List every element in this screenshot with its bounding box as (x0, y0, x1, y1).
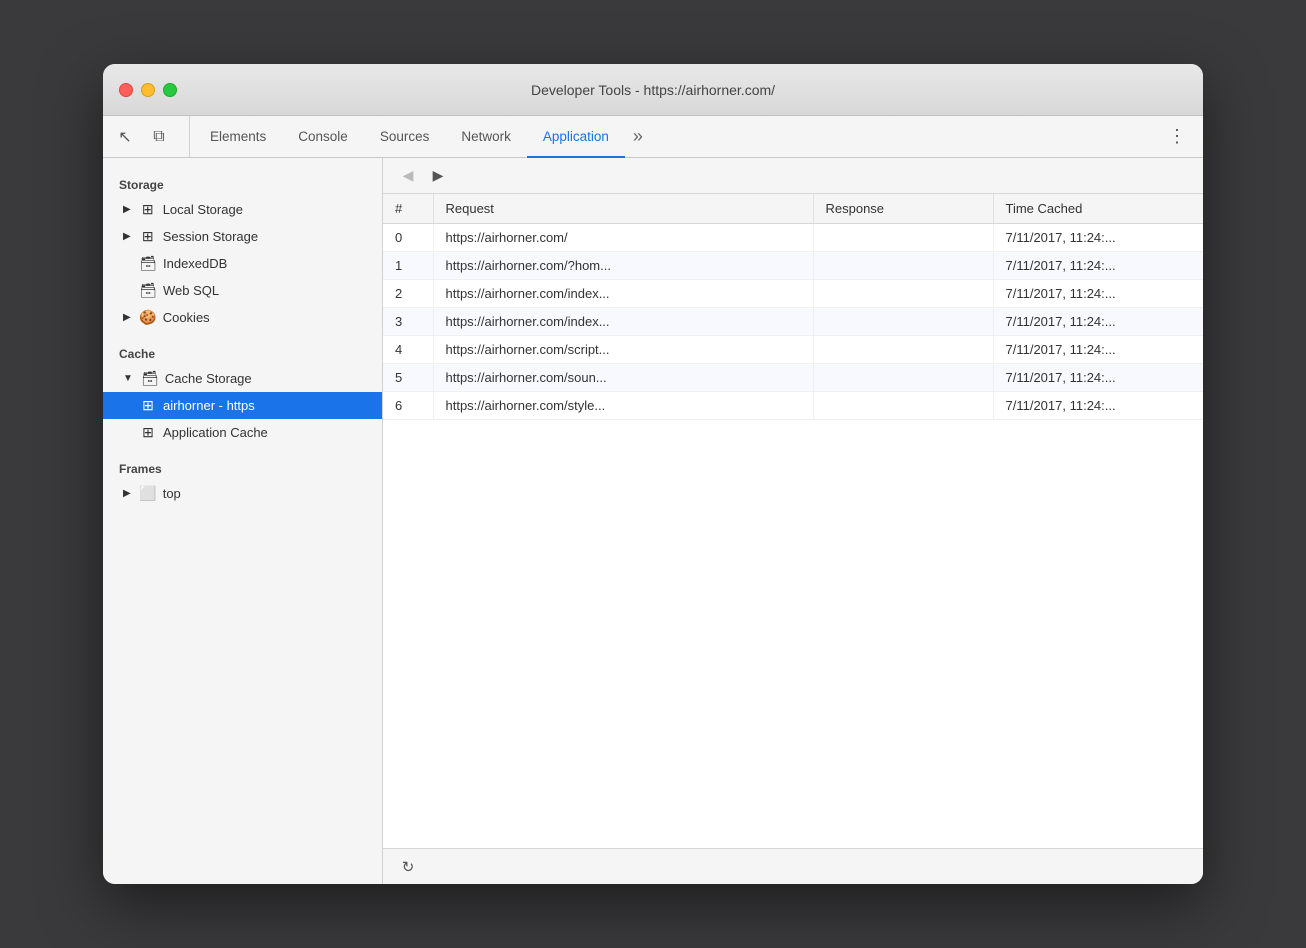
table-header-row: # Request Response Time Cached (383, 194, 1203, 224)
titlebar: Developer Tools - https://airhorner.com/ (103, 64, 1203, 116)
tab-network[interactable]: Network (445, 116, 527, 158)
cell-request: https://airhorner.com/index... (433, 280, 813, 308)
cell-time: 7/11/2017, 11:24:... (993, 392, 1203, 420)
cache-section-label: Cache (103, 339, 382, 365)
close-button[interactable] (119, 83, 133, 97)
arrow-down-icon: ▼ (123, 373, 133, 384)
cell-num: 1 (383, 252, 433, 280)
minimize-button[interactable] (141, 83, 155, 97)
device-icon[interactable]: ⧉ (145, 123, 173, 151)
local-storage-icon: ⊞ (139, 201, 157, 218)
websql-icon: 🗃 (139, 282, 157, 299)
back-button[interactable]: ◀ (395, 163, 421, 189)
col-header-response: Response (813, 194, 993, 224)
cell-time: 7/11/2017, 11:24:... (993, 252, 1203, 280)
airhorner-cache-icon: ⊞ (139, 397, 157, 414)
sidebar-item-session-storage[interactable]: ▶ ⊞ Session Storage (103, 223, 382, 250)
panel: ◀ ▶ # Request (383, 158, 1203, 884)
table-row[interactable]: 3 https://airhorner.com/index... 7/11/20… (383, 308, 1203, 336)
cell-num: 2 (383, 280, 433, 308)
traffic-lights (119, 83, 177, 97)
cell-time: 7/11/2017, 11:24:... (993, 336, 1203, 364)
cursor-icon[interactable]: ↖ (111, 123, 139, 151)
cell-response (813, 252, 993, 280)
table-row[interactable]: 2 https://airhorner.com/index... 7/11/20… (383, 280, 1203, 308)
devtools-window: Developer Tools - https://airhorner.com/… (103, 64, 1203, 884)
sidebar-item-indexeddb[interactable]: 🗃 IndexedDB (103, 250, 382, 277)
session-storage-icon: ⊞ (139, 228, 157, 245)
cell-response (813, 336, 993, 364)
sidebar-item-cookies[interactable]: ▶ 🍪 Cookies (103, 304, 382, 331)
indexeddb-icon: 🗃 (139, 255, 157, 272)
more-tabs-button[interactable]: » (625, 116, 651, 157)
cell-time: 7/11/2017, 11:24:... (993, 224, 1203, 252)
tabbar-end: ⋮ (1163, 116, 1203, 157)
frames-section-label: Frames (103, 454, 382, 480)
cell-num: 5 (383, 364, 433, 392)
cookies-icon: 🍪 (139, 309, 157, 326)
cell-response (813, 224, 993, 252)
table-row[interactable]: 0 https://airhorner.com/ 7/11/2017, 11:2… (383, 224, 1203, 252)
table-row[interactable]: 1 https://airhorner.com/?hom... 7/11/201… (383, 252, 1203, 280)
arrow-icon: ▶ (123, 488, 131, 499)
maximize-button[interactable] (163, 83, 177, 97)
cell-response (813, 308, 993, 336)
table-row[interactable]: 5 https://airhorner.com/soun... 7/11/201… (383, 364, 1203, 392)
sidebar-item-top[interactable]: ▶ ⬜ top (103, 480, 382, 507)
app-cache-icon: ⊞ (139, 424, 157, 441)
main-content: Storage ▶ ⊞ Local Storage ▶ ⊞ Session St… (103, 158, 1203, 884)
cell-num: 4 (383, 336, 433, 364)
cell-response (813, 392, 993, 420)
sidebar-item-websql[interactable]: 🗃 Web SQL (103, 277, 382, 304)
forward-button[interactable]: ▶ (425, 163, 451, 189)
tab-elements[interactable]: Elements (194, 116, 282, 158)
col-header-request: Request (433, 194, 813, 224)
cell-num: 0 (383, 224, 433, 252)
panel-toolbar: ◀ ▶ (383, 158, 1203, 194)
sidebar-item-app-cache[interactable]: ⊞ Application Cache (103, 419, 382, 446)
cell-response (813, 364, 993, 392)
panel-footer: ↻ (383, 848, 1203, 884)
frame-icon: ⬜ (139, 485, 157, 502)
kebab-menu-button[interactable]: ⋮ (1163, 123, 1191, 151)
cell-request: https://airhorner.com/soun... (433, 364, 813, 392)
cache-storage-icon: 🗃 (141, 370, 159, 387)
cell-request: https://airhorner.com/ (433, 224, 813, 252)
cell-request: https://airhorner.com/script... (433, 336, 813, 364)
table-row[interactable]: 6 https://airhorner.com/style... 7/11/20… (383, 392, 1203, 420)
sidebar-item-cache-storage[interactable]: ▼ 🗃 Cache Storage (103, 365, 382, 392)
cell-time: 7/11/2017, 11:24:... (993, 308, 1203, 336)
tab-application[interactable]: Application (527, 116, 625, 158)
col-header-num: # (383, 194, 433, 224)
storage-section-label: Storage (103, 170, 382, 196)
cell-time: 7/11/2017, 11:24:... (993, 364, 1203, 392)
cell-time: 7/11/2017, 11:24:... (993, 280, 1203, 308)
sidebar-item-airhorner[interactable]: ⊞ airhorner - https (103, 392, 382, 419)
cell-request: https://airhorner.com/?hom... (433, 252, 813, 280)
arrow-icon: ▶ (123, 204, 131, 215)
cell-request: https://airhorner.com/style... (433, 392, 813, 420)
cell-num: 3 (383, 308, 433, 336)
cache-table: # Request Response Time Cached (383, 194, 1203, 420)
sidebar-item-local-storage[interactable]: ▶ ⊞ Local Storage (103, 196, 382, 223)
cell-request: https://airhorner.com/index... (433, 308, 813, 336)
refresh-button[interactable]: ↻ (395, 854, 421, 880)
arrow-icon: ▶ (123, 312, 131, 323)
arrow-icon: ▶ (123, 231, 131, 242)
table-row[interactable]: 4 https://airhorner.com/script... 7/11/2… (383, 336, 1203, 364)
cell-num: 6 (383, 392, 433, 420)
window-title: Developer Tools - https://airhorner.com/ (531, 82, 775, 98)
col-header-time: Time Cached (993, 194, 1203, 224)
tabbar: ↖ ⧉ Elements Console Sources Network App… (103, 116, 1203, 158)
tab-sources[interactable]: Sources (364, 116, 446, 158)
tab-console[interactable]: Console (282, 116, 364, 158)
cell-response (813, 280, 993, 308)
sidebar: Storage ▶ ⊞ Local Storage ▶ ⊞ Session St… (103, 158, 383, 884)
cache-table-container: # Request Response Time Cached (383, 194, 1203, 848)
tabbar-icons: ↖ ⧉ (111, 116, 190, 157)
